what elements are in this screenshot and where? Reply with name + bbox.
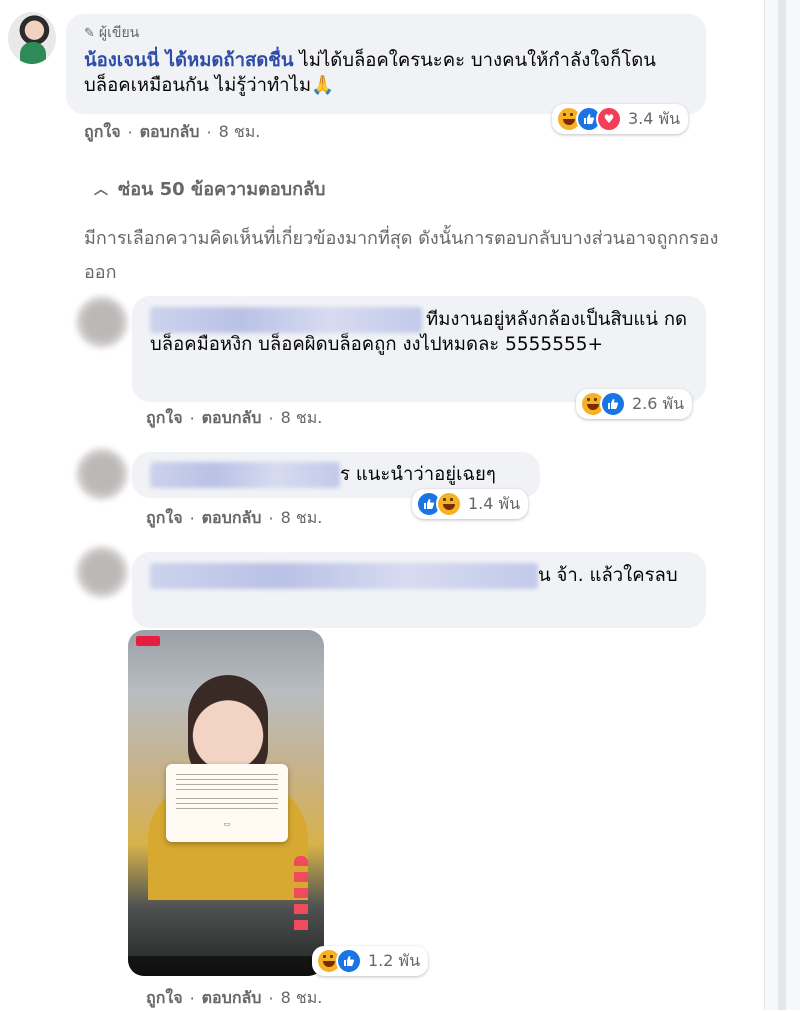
reply-reaction-count: 2.6 พัน [632,393,685,413]
separator-dot: · [127,123,133,142]
reply-avatar[interactable] [76,448,128,500]
comment-time[interactable]: 8 ชม. [281,986,323,1011]
reply-body: ร แนะนำว่าอยู่เฉยๆ [340,462,496,487]
pencil-icon: ✎ [84,25,95,41]
author-avatar[interactable] [8,12,56,64]
comment-time[interactable]: 8 ชม. [219,120,261,145]
live-badge [136,636,160,646]
separator-dot: · [189,989,195,1008]
author-reaction-count: 3.4 พัน [628,108,681,128]
reply-text-prefix: น [538,565,551,586]
like-button[interactable]: ถูกใจ [146,406,183,431]
comment-time[interactable]: 8 ชม. [281,406,323,431]
video-dialog-lines [176,798,278,810]
reply-text: แนะนำว่าอยู่เฉยๆ [355,464,496,485]
video-thumbnail[interactable]: ▭ [128,630,324,976]
reply-reactions[interactable]: 1.4 พัน [412,489,529,519]
separator-dot: · [268,409,274,428]
comment-time[interactable]: 8 ชม. [281,506,323,531]
like-icon [336,948,362,974]
reply-text: จ้า. แล้วใครลบ [556,565,678,586]
author-comment-actions: ถูกใจ · ตอบกลับ · 8 ชม. [84,120,260,145]
filter-note: มีการเลือกความคิดเห็นที่เกี่ยวข้องมากที่… [84,228,719,283]
reply-actions: ถูกใจ · ตอบกลับ · 8 ชม. [146,506,322,531]
video-dialog-lines [176,774,278,794]
reply-reactions[interactable]: 2.6 พัน [576,389,693,419]
chevron-up-icon: ︿ [94,181,108,198]
reply-actions: ถูกใจ · ตอบกลับ · 8 ชม. [146,986,322,1011]
separator-dot: · [268,509,274,528]
reply-text-prefix: ร [340,464,350,485]
reply-body: น จ้า. แล้วใครลบ [150,563,690,588]
reply-button[interactable]: ตอบกลับ [202,506,262,531]
author-badge: ✎ ผู้เขียน [84,22,139,44]
like-button[interactable]: ถูกใจ [84,120,121,145]
love-icon: ♥ [596,106,622,132]
reply-button[interactable]: ตอบกลับ [202,986,262,1011]
author-reactions[interactable]: ♥ 3.4 พัน [552,104,689,134]
separator-dot: · [189,409,195,428]
video-dialog-ok: ▭ [223,820,231,828]
separator-dot: · [206,123,212,142]
redacted-name[interactable] [150,462,340,488]
reply-reaction-count: 1.4 พัน [468,493,521,513]
hide-replies-label: ซ่อน 50 ข้อความตอบกลับ [118,179,326,200]
author-name[interactable]: น้องเจนนี่ ได้หมดถ้าสดชื่น [84,50,294,71]
scrollbar-thumb[interactable] [778,0,786,1010]
reply-avatar[interactable] [76,546,128,598]
redacted-name[interactable] [150,307,422,333]
separator-dot: · [189,509,195,528]
reply-actions: ถูกใจ · ตอบกลับ · 8 ชม. [146,406,322,431]
pray-emoji: 🙏 [311,75,335,96]
reply-reactions[interactable]: 1.2 พัน [312,946,429,976]
haha-icon [436,491,462,517]
reply-button[interactable]: ตอบกลับ [202,406,262,431]
author-badge-label: ผู้เขียน [98,25,140,41]
video-bottom-bar [128,956,324,976]
like-button[interactable]: ถูกใจ [146,506,183,531]
like-icon [600,391,626,417]
reply-button[interactable]: ตอบกลับ [140,120,200,145]
video-heart-reactions [294,856,308,936]
separator-dot: · [268,989,274,1008]
hide-replies-button[interactable]: ︿ ซ่อน 50 ข้อความตอบกลับ [94,174,325,203]
reply-avatar[interactable] [76,296,128,348]
video-dialog-overlay: ▭ [166,764,288,842]
like-button[interactable]: ถูกใจ [146,986,183,1011]
author-comment-body: น้องเจนนี่ ได้หมดถ้าสดชื่น ไม่ได้บล็อคใค… [84,48,694,98]
reply-reaction-count: 1.2 พัน [368,950,421,970]
